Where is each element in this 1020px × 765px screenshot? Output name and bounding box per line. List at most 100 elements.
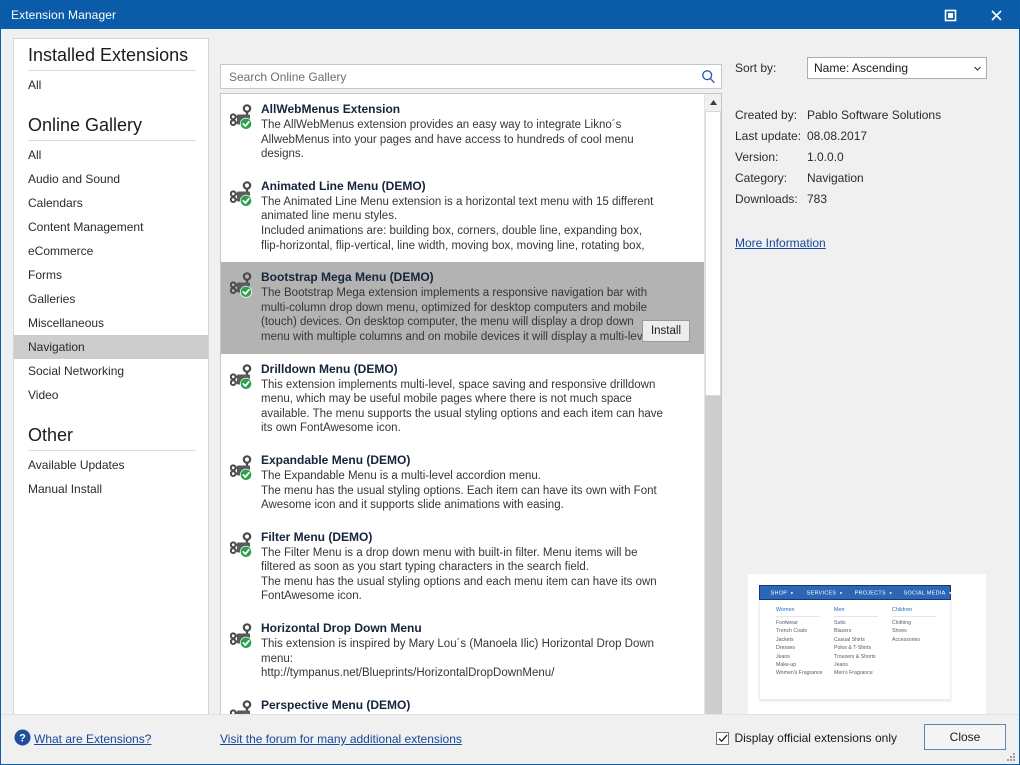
more-information-link[interactable]: More Information <box>735 236 826 250</box>
preview-link: Suits <box>834 619 892 627</box>
sidebar-group-title: Other <box>14 419 208 450</box>
sort-by-value: Name: Ascending <box>808 61 969 75</box>
list-item[interactable]: Drilldown Menu (DEMO) This extension imp… <box>221 354 704 445</box>
extension-text: AllWebMenus Extension The AllWebMenus ex… <box>261 101 696 162</box>
metadata-key: Downloads: <box>735 189 807 210</box>
footer-bar: ? What are Extensions? Visit the forum f… <box>1 714 1019 764</box>
extension-description: The AllWebMenus extension provides an ea… <box>261 118 692 162</box>
window-content: Installed Extensions All Online Gallery … <box>1 29 1019 764</box>
svg-text:?: ? <box>19 733 26 745</box>
preview-column: Children Clothing Shoes Accessories <box>892 606 950 699</box>
sidebar-divider <box>28 450 196 451</box>
metadata-value: 783 <box>807 189 1009 210</box>
list-item[interactable]: AllWebMenus Extension The AllWebMenus ex… <box>221 94 704 171</box>
extension-plug-icon <box>225 529 261 604</box>
preview-nav-label: SOCIAL MEDIA <box>903 590 945 596</box>
extension-text: Bootstrap Mega Menu (DEMO) The Bootstrap… <box>261 269 696 344</box>
list-item-selected[interactable]: Bootstrap Mega Menu (DEMO) The Bootstrap… <box>221 262 704 353</box>
sidebar-item-social-networking[interactable]: Social Networking <box>14 359 208 383</box>
metadata-row: Last update: 08.08.2017 <box>735 126 1009 147</box>
list-item[interactable]: Expandable Menu (DEMO) The Expandable Me… <box>221 445 704 522</box>
scrollbar-track[interactable] <box>705 111 721 724</box>
help-icon[interactable]: ? <box>14 729 31 749</box>
extension-plug-icon <box>225 361 261 436</box>
sidebar-item-video[interactable]: Video <box>14 383 208 407</box>
sidebar-group-other: Other Available Updates Manual Install <box>14 419 208 501</box>
sidebar-group-title: Installed Extensions <box>14 39 208 70</box>
preview-link: Women's Fragrance <box>776 669 834 677</box>
sort-row: Sort by: Name: Ascending <box>735 57 1009 79</box>
extensions-list-panel: AllWebMenus Extension The AllWebMenus ex… <box>220 93 722 742</box>
sidebar-item-miscellaneous[interactable]: Miscellaneous <box>14 311 208 335</box>
sidebar-item-forms[interactable]: Forms <box>14 263 208 287</box>
extension-description: This extension is inspired by Mary Lou´s… <box>261 637 692 681</box>
preview-nav-label: SERVICES <box>807 590 837 596</box>
search-input[interactable] <box>221 70 695 84</box>
preview-link: Casual Shirts <box>834 636 892 644</box>
sidebar-item-manual-install[interactable]: Manual Install <box>14 477 208 501</box>
preview-navbar: SHOP▾ SERVICES▾ PROJECTS▾ SOCIAL MEDIA▾ <box>759 585 951 600</box>
metadata-key: Version: <box>735 147 807 168</box>
extension-description: The Filter Menu is a drop down menu with… <box>261 546 692 604</box>
preview-link: Make-up <box>776 661 834 669</box>
extension-plug-icon <box>225 178 261 253</box>
sidebar-group-installed-extensions: Installed Extensions All <box>14 39 208 97</box>
caret-down-icon: ▾ <box>889 590 892 596</box>
preview-dropdown: Women Footwear Trench Coats Jackets Dres… <box>759 600 951 700</box>
caret-down-icon: ▾ <box>840 590 843 596</box>
sort-by-label: Sort by: <box>735 61 807 75</box>
list-item[interactable]: Filter Menu (DEMO) The Filter Menu is a … <box>221 522 704 613</box>
what-are-extensions-link[interactable]: What are Extensions? <box>34 732 151 746</box>
extension-title: Drilldown Menu (DEMO) <box>261 361 692 378</box>
sidebar-item-calendars[interactable]: Calendars <box>14 191 208 215</box>
preview-link: Jeans <box>776 653 834 661</box>
preview-column: Women Footwear Trench Coats Jackets Dres… <box>776 606 834 699</box>
extension-description: The Expandable Menu is a multi-level acc… <box>261 469 692 513</box>
scroll-up-icon[interactable] <box>705 94 721 111</box>
sidebar-item-all[interactable]: All <box>14 143 208 167</box>
metadata-row: Downloads: 783 <box>735 189 1009 210</box>
sort-by-select[interactable]: Name: Ascending <box>807 57 987 79</box>
vertical-scrollbar[interactable] <box>704 94 721 741</box>
extension-plug-icon <box>225 101 261 162</box>
preview-link: Clothing <box>892 619 950 627</box>
metadata-table: Created by: Pablo Software Solutions Las… <box>735 105 1009 210</box>
sidebar-item-audio-and-sound[interactable]: Audio and Sound <box>14 167 208 191</box>
sidebar-item-navigation[interactable]: Navigation <box>14 335 208 359</box>
extension-text: Expandable Menu (DEMO) The Expandable Me… <box>261 452 696 513</box>
display-official-checkbox[interactable]: Display official extensions only <box>716 731 897 745</box>
sidebar-item-installed-all[interactable]: All <box>14 73 208 97</box>
extension-title: Bootstrap Mega Menu (DEMO) <box>261 269 692 286</box>
sidebar-item-ecommerce[interactable]: eCommerce <box>14 239 208 263</box>
preview-link: Trench Coats <box>776 627 834 635</box>
preview-column-head: Men <box>834 606 878 617</box>
search-icon[interactable] <box>695 69 721 84</box>
install-button[interactable]: Install <box>642 320 690 342</box>
extension-manager-window: Extension Manager Installed Extensions A… <box>0 0 1020 765</box>
search-box[interactable] <box>220 64 722 89</box>
maximize-icon[interactable] <box>927 1 973 29</box>
extensions-list: AllWebMenus Extension The AllWebMenus ex… <box>221 94 704 741</box>
extension-title: Expandable Menu (DEMO) <box>261 452 692 469</box>
close-button[interactable]: Close <box>924 724 1006 750</box>
extension-plug-icon <box>225 452 261 513</box>
list-item[interactable]: Animated Line Menu (DEMO) The Animated L… <box>221 171 704 262</box>
extension-text: Horizontal Drop Down Menu This extension… <box>261 620 696 681</box>
metadata-row: Version: 1.0.0.0 <box>735 147 1009 168</box>
chevron-down-icon[interactable] <box>969 66 986 71</box>
metadata-value: Navigation <box>807 168 1009 189</box>
checkbox-box[interactable] <box>716 732 729 745</box>
sidebar-item-available-updates[interactable]: Available Updates <box>14 453 208 477</box>
scrollbar-thumb[interactable] <box>705 111 721 396</box>
close-icon[interactable] <box>973 1 1019 29</box>
preview-link: Footwear <box>776 619 834 627</box>
resize-grip[interactable] <box>1004 750 1016 762</box>
preview-link: Men's Fragrance <box>834 669 892 677</box>
sidebar-item-content-management[interactable]: Content Management <box>14 215 208 239</box>
forum-link[interactable]: Visit the forum for many additional exte… <box>220 732 462 746</box>
sidebar-item-galleries[interactable]: Galleries <box>14 287 208 311</box>
caret-down-icon: ▾ <box>791 590 794 596</box>
extension-text: Animated Line Menu (DEMO) The Animated L… <box>261 178 696 253</box>
list-item[interactable]: Horizontal Drop Down Menu This extension… <box>221 613 704 690</box>
category-sidebar: Installed Extensions All Online Gallery … <box>13 38 209 715</box>
